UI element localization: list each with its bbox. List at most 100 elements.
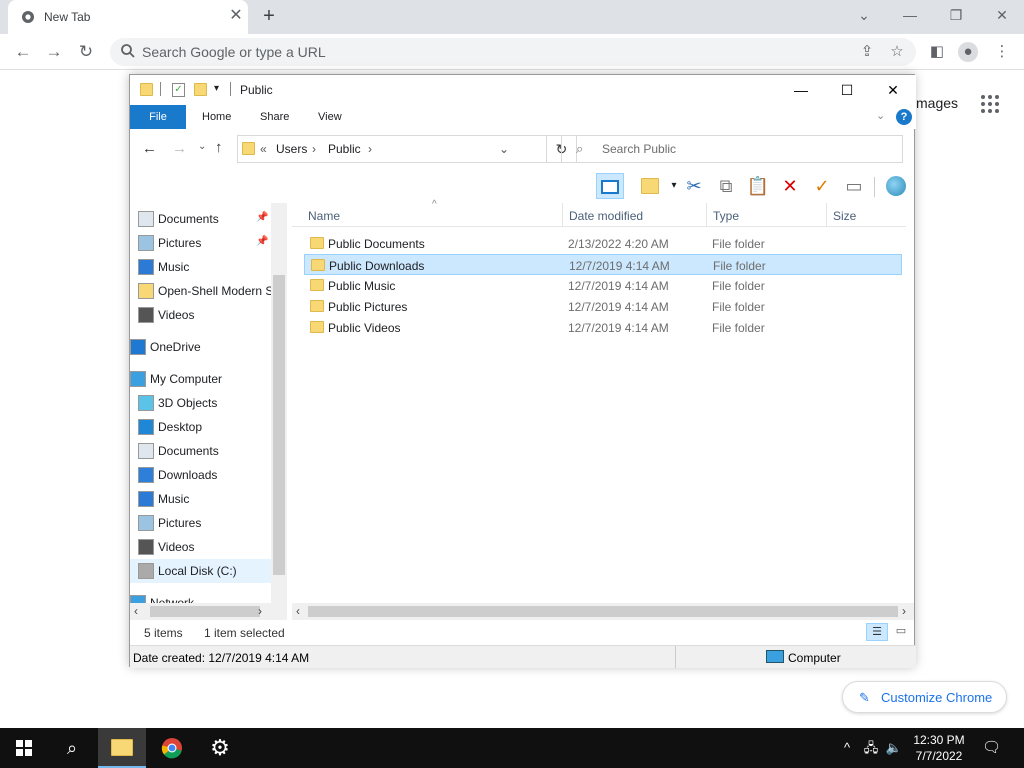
- delete-icon[interactable]: ✕: [776, 173, 804, 199]
- search-box[interactable]: ⌕ Search Public: [561, 135, 903, 163]
- scroll-right-icon[interactable]: ›: [902, 604, 906, 618]
- nav-item[interactable]: Videos: [130, 303, 287, 327]
- horizontal-scroll-thumb[interactable]: [308, 606, 898, 617]
- globe-icon[interactable]: [882, 173, 910, 199]
- nav-pane-hscroll-thumb[interactable]: [150, 606, 260, 617]
- chrome-taskbar-icon[interactable]: [148, 728, 196, 768]
- share-icon[interactable]: ⇪: [857, 42, 877, 62]
- minimize-button[interactable]: —: [896, 4, 924, 26]
- new-folder-icon[interactable]: [194, 83, 207, 96]
- nav-item[interactable]: Pictures 📌: [130, 231, 287, 255]
- back-icon[interactable]: ←: [12, 41, 34, 63]
- forward-icon[interactable]: →: [172, 140, 187, 157]
- nav-pane-horizontal-scrollbar[interactable]: ‹ ›: [130, 603, 287, 620]
- close-button[interactable]: ✕: [870, 79, 916, 101]
- column-size[interactable]: Size: [833, 209, 856, 223]
- help-icon[interactable]: ?: [896, 109, 912, 125]
- maximize-button[interactable]: ☐: [824, 79, 870, 101]
- nav-item[interactable]: Network: [130, 591, 287, 603]
- nav-item[interactable]: Downloads: [130, 463, 287, 487]
- volume-icon[interactable]: 🔈: [885, 738, 903, 758]
- scroll-left-icon[interactable]: ‹: [296, 604, 300, 618]
- cut-icon[interactable]: ✂: [680, 173, 708, 199]
- preview-pane-icon[interactable]: [596, 173, 624, 199]
- start-button[interactable]: [0, 728, 48, 768]
- breadcrumb-users[interactable]: Users: [276, 142, 307, 156]
- properties-icon[interactable]: ▭: [840, 173, 868, 199]
- up-icon[interactable]: ↑: [215, 139, 223, 156]
- nav-item[interactable]: Documents: [130, 439, 287, 463]
- tab-share[interactable]: Share: [248, 105, 301, 129]
- settings-gear-icon[interactable]: ⚙: [196, 728, 244, 768]
- column-date-modified[interactable]: Date modified: [569, 209, 643, 223]
- details-view-icon[interactable]: ☰: [866, 623, 888, 641]
- recent-locations-icon[interactable]: ⌄: [198, 141, 206, 152]
- reload-icon[interactable]: ↻: [75, 41, 97, 63]
- apps-grid-icon[interactable]: [980, 94, 1000, 114]
- nav-item[interactable]: Open-Shell Modern S: [130, 279, 287, 303]
- nav-item[interactable]: Desktop: [130, 415, 287, 439]
- large-icons-view-icon[interactable]: ▭: [890, 623, 912, 641]
- tab-search-icon[interactable]: ⌄: [850, 4, 878, 26]
- network-icon[interactable]: 🖧: [862, 738, 880, 758]
- clock[interactable]: 12:30 PM 7/7/2022: [908, 732, 970, 764]
- profile-avatar-icon[interactable]: ●: [958, 42, 978, 62]
- rename-check-icon[interactable]: ✓: [808, 173, 836, 199]
- address-dropdown-icon[interactable]: ⌄: [499, 142, 509, 156]
- search-taskbar-icon[interactable]: ⌕: [48, 728, 96, 768]
- tab-view[interactable]: View: [306, 105, 354, 129]
- expand-ribbon-icon[interactable]: ⌄: [876, 109, 885, 122]
- forward-icon[interactable]: →: [43, 41, 65, 63]
- back-icon[interactable]: ←: [142, 140, 157, 157]
- nav-item[interactable]: Music: [130, 255, 287, 279]
- copy-icon[interactable]: ⧉: [712, 173, 740, 199]
- tab-new-tab[interactable]: New Tab ✕: [8, 0, 248, 34]
- omnibox[interactable]: Search Google or type a URL: [110, 38, 916, 66]
- nav-pane-scroll-thumb[interactable]: [273, 275, 285, 575]
- file-row[interactable]: Public Downloads 12/7/2019 4:14 AM File fo…: [304, 254, 902, 275]
- folder-icon: [311, 259, 325, 271]
- breadcrumb-public[interactable]: Public: [328, 142, 361, 156]
- nav-item[interactable]: Local Disk (C:): [130, 559, 287, 583]
- new-tab-button[interactable]: +: [258, 6, 280, 28]
- nav-item[interactable]: Documents 📌: [130, 207, 287, 231]
- window-title: Public: [240, 83, 273, 97]
- properties-icon[interactable]: ✓: [172, 83, 185, 97]
- file-row[interactable]: Public Pictures 12/7/2019 4:14 AM File fol…: [304, 296, 902, 317]
- paste-icon[interactable]: 📋: [744, 173, 772, 199]
- column-type[interactable]: Type: [713, 209, 739, 223]
- address-bar[interactable]: « Users › Public › ⌄: [237, 135, 547, 163]
- close-window-button[interactable]: ✕: [988, 4, 1016, 26]
- nav-item[interactable]: Videos: [130, 535, 287, 559]
- scroll-left-icon[interactable]: ‹: [134, 604, 138, 618]
- tab-file[interactable]: File: [130, 105, 186, 129]
- nav-item[interactable]: 3D Objects: [130, 391, 287, 415]
- nav-item-label: Documents: [158, 444, 219, 458]
- minimize-button[interactable]: —: [778, 79, 824, 101]
- menu-kebab-icon[interactable]: ⋮: [992, 42, 1012, 62]
- side-panel-icon[interactable]: ◧: [927, 42, 947, 62]
- nav-item[interactable]: Pictures: [130, 511, 287, 535]
- nav-item[interactable]: OneDrive: [130, 335, 287, 359]
- file-row[interactable]: Public Videos 12/7/2019 4:14 AM File folde…: [304, 317, 902, 338]
- notification-icon[interactable]: 🗨: [982, 738, 1001, 758]
- images-link[interactable]: mages: [916, 95, 958, 111]
- column-name[interactable]: Name: [308, 209, 340, 223]
- tab-home[interactable]: Home: [190, 105, 243, 129]
- file-row[interactable]: Public Documents 2/13/2022 4:20 AM File fo…: [304, 233, 902, 254]
- bookmark-star-icon[interactable]: ☆: [887, 42, 907, 62]
- network-icon: [130, 595, 146, 603]
- nav-item-label: Videos: [158, 540, 195, 554]
- nav-item[interactable]: My Computer: [130, 367, 287, 391]
- nav-item[interactable]: Music: [130, 487, 287, 511]
- selection-count: 1 item selected: [204, 626, 285, 640]
- restore-button[interactable]: ❐: [942, 4, 970, 26]
- customize-chrome-button[interactable]: ✎ Customize Chrome: [842, 681, 1007, 713]
- breadcrumb-overflow[interactable]: «: [260, 142, 267, 156]
- file-row[interactable]: Public Music 12/7/2019 4:14 AM File folder: [304, 275, 902, 296]
- quick-access-dropdown-icon[interactable]: ▾: [214, 83, 219, 94]
- file-explorer-taskbar-icon[interactable]: [98, 728, 146, 768]
- close-tab-icon[interactable]: ✕: [226, 6, 246, 26]
- show-hidden-icons[interactable]: ^: [838, 738, 856, 758]
- scroll-right-icon[interactable]: ›: [258, 604, 262, 618]
